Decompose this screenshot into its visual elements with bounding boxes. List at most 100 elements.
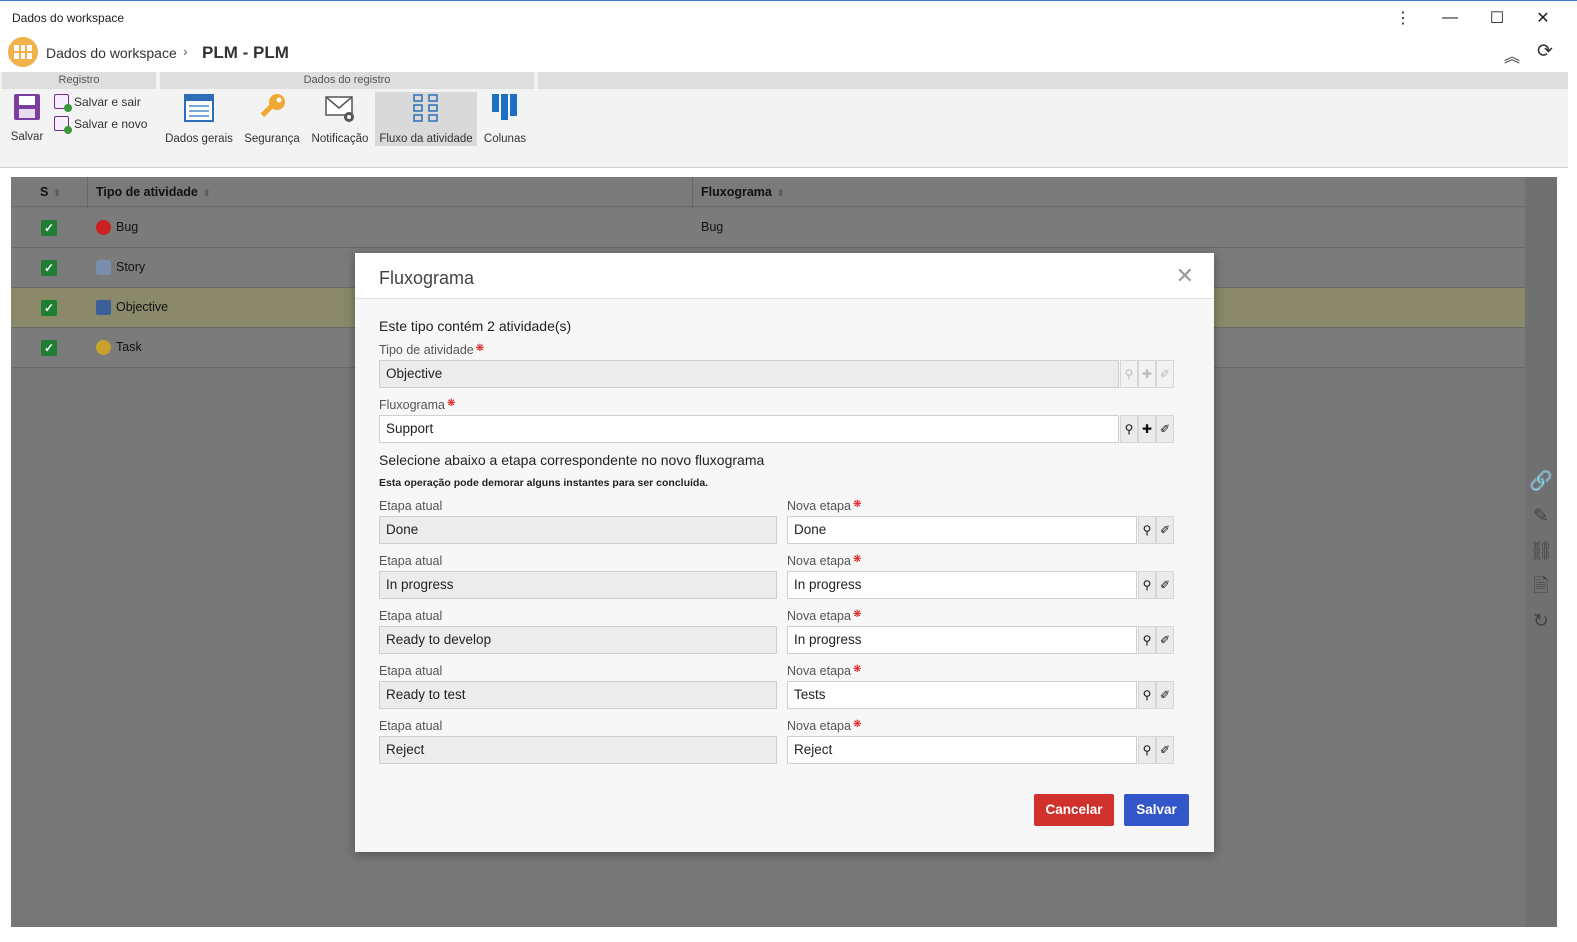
required-icon: ❋ [852, 664, 862, 675]
notification-button[interactable]: Notificação [308, 92, 372, 146]
breadcrumb-root[interactable]: Dados do workspace [46, 45, 177, 61]
columns-button[interactable]: Colunas [482, 92, 528, 146]
search-icon[interactable]: ⚲ [1138, 571, 1156, 599]
search-icon[interactable]: ⚲ [1138, 626, 1156, 654]
activity-flow-button[interactable]: Fluxo da atividade [375, 92, 477, 146]
clear-brush-icon: ✐ [1156, 360, 1174, 388]
column-header-flowchart[interactable]: Fluxograma ⇕ [701, 177, 784, 207]
flowchart-label: Fluxograma ❋ [379, 398, 456, 412]
clear-brush-icon[interactable]: ✐ [1156, 736, 1174, 764]
sort-icon: ⇕ [776, 188, 785, 198]
security-label: Segurança [244, 133, 300, 145]
grid-header: S ⇕ Tipo de atividade ⇕ Fluxograma ⇕ [11, 177, 1525, 207]
new-step-field[interactable]: Tests [787, 681, 1137, 709]
window-form-icon [184, 94, 214, 122]
warning-text: Esta operação pode demorar alguns instan… [379, 477, 709, 489]
save-label: Salvar [10, 131, 44, 143]
clear-brush-icon[interactable]: ✐ [1156, 681, 1174, 709]
save-new-button[interactable]: Salvar e novo [54, 116, 147, 134]
edit-pencil-icon[interactable]: ✎ [1529, 505, 1553, 529]
new-step-label: Nova etapa ❋ [787, 609, 862, 623]
close-icon[interactable]: ✕ [1176, 263, 1194, 289]
dialog-title: Fluxograma [379, 268, 475, 288]
page-title: PLM - PLM [202, 43, 289, 62]
new-step-field[interactable]: In progress [787, 571, 1137, 599]
ribbon-group-empty [538, 72, 1568, 89]
sort-icon: ⇕ [53, 188, 61, 198]
current-step-label: Etapa atual [379, 664, 443, 678]
current-step-field[interactable]: Done [379, 516, 777, 544]
collapse-icon[interactable]: ︽ [1504, 43, 1520, 67]
checkbox-checked-icon[interactable]: ✓ [41, 220, 57, 236]
cancel-button[interactable]: Cancelar [1034, 794, 1114, 826]
current-step-label: Etapa atual [379, 499, 443, 513]
new-step-field[interactable]: In progress [787, 626, 1137, 654]
window-titlebar: Dados do workspace ⋮ — ☐ ✕ [0, 0, 1577, 34]
breadcrumb-separator-icon: › [183, 43, 188, 59]
checkbox-checked-icon[interactable]: ✓ [41, 340, 57, 356]
search-icon[interactable]: ⚲ [1138, 681, 1156, 709]
minimize-icon[interactable]: — [1427, 1, 1473, 35]
link-icon[interactable]: 🔗 [1529, 470, 1553, 494]
table-row[interactable]: ✓ Bug Bug [11, 208, 1525, 248]
column-header-s[interactable]: S ⇕ [40, 177, 61, 207]
save-button[interactable]: Salvar [4, 92, 50, 146]
flowchart-cell: Bug [701, 220, 724, 234]
reload-icon[interactable]: ↻ [1529, 610, 1553, 634]
new-step-field[interactable]: Done [787, 516, 1137, 544]
new-step-label: Nova etapa ❋ [787, 664, 862, 678]
current-step-label: Etapa atual [379, 609, 443, 623]
general-data-button[interactable]: Dados gerais [163, 92, 235, 146]
clear-brush-icon[interactable]: ✐ [1156, 571, 1174, 599]
more-options-icon[interactable]: ⋮ [1380, 1, 1426, 35]
current-step-field[interactable]: In progress [379, 571, 777, 599]
current-step-field[interactable]: Reject [379, 736, 777, 764]
dialog-header: Fluxograma ✕ [355, 253, 1214, 299]
new-step-label: Nova etapa ❋ [787, 554, 862, 568]
unlink-icon[interactable]: ⛓ [1529, 540, 1553, 564]
document-settings-icon[interactable]: 🗎 [1529, 575, 1553, 599]
close-window-icon[interactable]: ✕ [1520, 1, 1566, 35]
current-step-label: Etapa atual [379, 554, 443, 568]
ribbon-group-dados: Dados do registro [160, 72, 534, 89]
add-icon[interactable]: ✚ [1138, 415, 1156, 443]
current-step-label: Etapa atual [379, 719, 443, 733]
save-exit-button[interactable]: Salvar e sair [54, 94, 141, 112]
save-exit-icon [54, 94, 72, 112]
new-step-label: Nova etapa ❋ [787, 499, 862, 513]
sort-icon: ⇕ [202, 188, 211, 198]
objective-icon [96, 300, 111, 315]
checkbox-checked-icon[interactable]: ✓ [41, 260, 57, 276]
checkbox-checked-icon[interactable]: ✓ [41, 300, 57, 316]
activity-type-cell: Objective [116, 300, 169, 314]
activity-type-field[interactable]: Objective [379, 360, 1119, 388]
required-icon: ❋ [852, 554, 862, 565]
search-icon[interactable]: ⚲ [1120, 415, 1138, 443]
key-icon [260, 94, 285, 118]
ribbon-toolbar: Registro Dados do registro Salvar Salvar… [0, 72, 1568, 168]
envelope-gear-icon [325, 96, 354, 122]
maximize-icon[interactable]: ☐ [1474, 1, 1520, 35]
clear-brush-icon[interactable]: ✐ [1156, 516, 1174, 544]
clear-brush-icon[interactable]: ✐ [1156, 626, 1174, 654]
general-data-label: Dados gerais [165, 133, 233, 145]
flowchart-field[interactable]: Support [379, 415, 1119, 443]
current-step-field[interactable]: Ready to develop [379, 626, 777, 654]
required-icon: ❋ [447, 398, 456, 409]
new-step-field[interactable]: Reject [787, 736, 1137, 764]
activity-type-label: Tipo de atividade ❋ [379, 343, 485, 357]
required-icon: ❋ [475, 343, 485, 354]
security-button[interactable]: Segurança [241, 92, 303, 146]
clear-brush-icon[interactable]: ✐ [1156, 415, 1174, 443]
refresh-icon[interactable]: ⟳ [1537, 40, 1553, 63]
columns-icon [492, 94, 517, 120]
story-icon [96, 260, 111, 275]
current-step-field[interactable]: Ready to test [379, 681, 777, 709]
search-icon[interactable]: ⚲ [1138, 516, 1156, 544]
save-dialog-button[interactable]: Salvar [1124, 794, 1189, 826]
column-header-activity-type[interactable]: Tipo de atividade ⇕ [96, 177, 210, 207]
search-icon[interactable]: ⚲ [1138, 736, 1156, 764]
required-icon: ❋ [852, 609, 862, 620]
floppy-disk-icon [14, 94, 40, 120]
flowchart-dialog: Fluxograma ✕ Este tipo contém 2 atividad… [355, 253, 1214, 852]
